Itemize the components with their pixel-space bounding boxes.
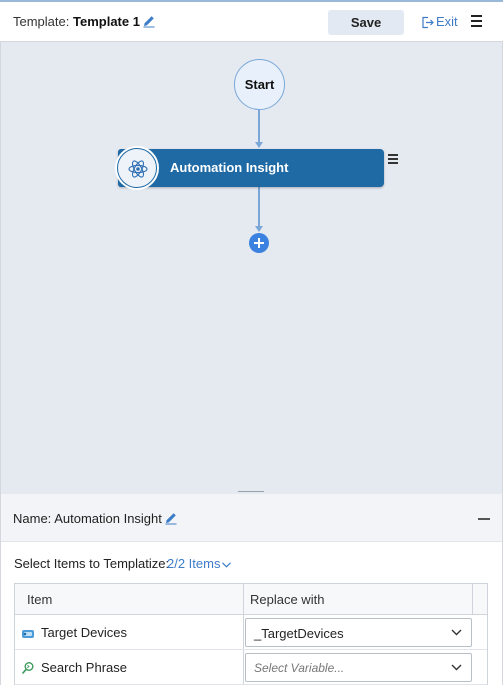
search-phrase-replace-select[interactable]: Select Variable...	[245, 653, 472, 682]
atom-icon[interactable]	[117, 148, 157, 188]
column-header-replace-with: Replace with	[250, 592, 325, 607]
action-node-label: Automation Insight	[170, 160, 289, 175]
chevron-down-icon	[451, 629, 462, 636]
add-step-plus-icon[interactable]	[249, 233, 269, 253]
column-header-item: Item	[27, 592, 53, 607]
target-devices-replace-select[interactable]: _TargetDevices	[245, 618, 472, 647]
automation-insight-node[interactable]: Automation Insight	[118, 149, 384, 187]
exit-label: Exit	[436, 14, 458, 29]
target-devices-icon	[22, 630, 34, 638]
row-item-target-devices: Target Devices	[21, 625, 127, 640]
table-row: Target Devices _TargetDevices	[15, 615, 487, 650]
table-header: Item Replace with	[15, 584, 487, 615]
exit-button[interactable]: Exit	[421, 14, 458, 29]
node-menu-hamburger-icon[interactable]	[388, 154, 399, 165]
chevron-down-icon	[451, 664, 462, 671]
select-variable-placeholder: Select Variable...	[254, 661, 345, 675]
flow-connectors	[255, 110, 263, 232]
edit-template-name-pencil-icon[interactable]	[142, 14, 156, 29]
start-node[interactable]: Start	[234, 59, 285, 110]
template-title: Template: Template 1	[13, 14, 140, 29]
flow-canvas[interactable]: Start Automation Insight	[0, 42, 503, 494]
templatize-table: Item Replace with Target Devices _Target…	[14, 583, 488, 685]
edit-step-name-pencil-icon[interactable]	[164, 511, 178, 526]
chevron-down-icon	[222, 562, 232, 568]
selected-value: _TargetDevices	[254, 626, 344, 641]
name-prefix: Name:	[13, 511, 52, 526]
name-value: Automation Insight	[54, 511, 162, 526]
collapse-panel-minus-icon[interactable]	[478, 518, 490, 520]
row-item-search-phrase: Search Phrase	[21, 660, 127, 675]
step-name: Name: Automation Insight	[13, 511, 162, 526]
table-row: Search Phrase Select Variable...	[15, 650, 487, 685]
template-prefix: Template:	[13, 14, 70, 29]
main-menu-hamburger-icon[interactable]	[471, 15, 485, 29]
save-button[interactable]: Save	[328, 10, 404, 35]
select-items-label: Select Items to Templatize:	[14, 556, 170, 571]
properties-panel: Name: Automation Insight Select Items to…	[0, 494, 503, 685]
items-count-dropdown[interactable]: 2/2 Items	[167, 556, 232, 571]
exit-icon	[422, 16, 434, 29]
panel-header: Name: Automation Insight	[1, 494, 502, 542]
template-name: Template 1	[73, 14, 140, 29]
search-phrase-icon	[21, 662, 34, 675]
items-count: 2/2 Items	[167, 556, 221, 571]
template-header: Template: Template 1 Save Exit	[0, 0, 503, 42]
